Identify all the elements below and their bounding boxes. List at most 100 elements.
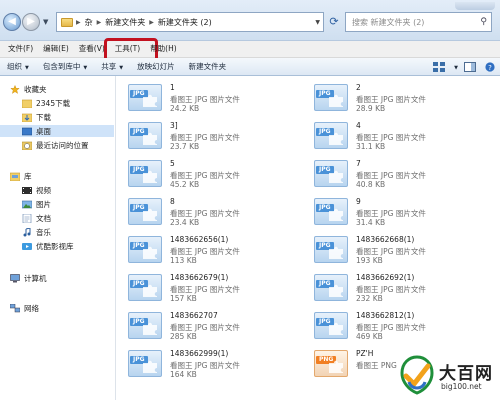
chevron-right-icon[interactable]: ▶ — [149, 19, 154, 26]
nav-documents[interactable]: 文档 — [0, 212, 114, 224]
file-type: 看图王 PNG — [356, 361, 397, 370]
puzzle-icon — [143, 94, 157, 107]
svg-text:?: ? — [488, 64, 492, 72]
nav-libraries[interactable]: 库 — [0, 170, 114, 182]
nav-music[interactable]: 音乐 — [0, 226, 114, 238]
nav-desktop[interactable]: 桌面 — [0, 125, 114, 137]
file-name: 1483662692(1) — [356, 273, 415, 282]
puzzle-icon — [329, 132, 343, 145]
nav-videos[interactable]: 视频 — [0, 184, 114, 196]
arrow-left-icon: ◀ — [8, 16, 16, 27]
file-name: 3] — [170, 121, 178, 130]
menu-help[interactable]: 帮助(H) — [145, 41, 182, 57]
file-size: 23.4 KB — [170, 218, 200, 227]
nav-label: 桌面 — [36, 126, 51, 136]
file-item[interactable]: JPG 1 看图王 JPG 图片文件 24.2 KB — [116, 76, 296, 114]
search-placeholder: 搜索 新建文件夹 (2) — [352, 17, 425, 27]
puzzle-icon — [329, 322, 343, 335]
file-item[interactable]: JPG 8 看图王 JPG 图片文件 23.4 KB — [116, 190, 296, 228]
preview-pane-icon[interactable] — [464, 61, 476, 72]
back-button[interactable]: ◀ — [3, 13, 21, 31]
address-bar-area: ◀ ▶ ▼ ▶ 杂 ▶ 新建文件夹 ▶ 新建文件夹 (2) ▼ ⟳ 搜索 新建文… — [0, 0, 500, 41]
png-file-icon: PNG — [314, 350, 348, 377]
file-name: 1483662679(1) — [170, 273, 229, 282]
recent-pages-dropdown[interactable]: ▼ — [43, 18, 48, 26]
breadcrumb-item[interactable]: 新建文件夹 (2) — [158, 17, 212, 28]
menu-view[interactable]: 查看(V) — [74, 41, 110, 57]
menu-tools[interactable]: 工具(T) — [103, 38, 159, 64]
nav-computer[interactable]: 计算机 — [0, 272, 114, 284]
puzzle-icon — [329, 284, 343, 297]
jpg-file-icon: JPG — [128, 312, 162, 339]
file-item[interactable]: JPG 1483662668(1) 看图王 JPG 图片文件 193 KB — [302, 228, 482, 266]
file-item[interactable]: JPG 1483662999(1) 看图王 JPG 图片文件 164 KB — [116, 342, 296, 380]
file-item[interactable]: JPG 1483662656(1) 看图王 JPG 图片文件 113 KB — [116, 228, 296, 266]
organize-label: 组织 — [7, 62, 22, 71]
share-button[interactable]: 共享 ▼ — [94, 61, 130, 72]
menu-edit[interactable]: 编辑(E) — [38, 41, 74, 57]
jpg-file-icon: JPG — [128, 198, 162, 225]
nav-downloads[interactable]: 下载 — [0, 111, 114, 123]
chevron-down-icon[interactable]: ▼ — [315, 19, 320, 26]
file-item[interactable]: JPG 5 看图王 JPG 图片文件 45.2 KB — [116, 152, 296, 190]
view-options-icon[interactable] — [433, 61, 446, 72]
breadcrumb[interactable]: ▶ 杂 ▶ 新建文件夹 ▶ 新建文件夹 (2) ▼ — [56, 12, 324, 32]
nav-label: 图片 — [36, 199, 51, 209]
nav-youku-library[interactable]: 优酷影视库 — [0, 240, 114, 252]
file-size: 157 KB — [170, 294, 197, 303]
file-item[interactable]: JPG 1483662679(1) 看图王 JPG 图片文件 157 KB — [116, 266, 296, 304]
nav-recent-places[interactable]: 最近访问的位置 — [0, 139, 114, 151]
file-item[interactable]: JPG 3] 看图王 JPG 图片文件 23.7 KB — [116, 114, 296, 152]
watermark: 大百网 big100.net — [397, 352, 500, 400]
chevron-down-icon[interactable]: ▼ — [449, 62, 460, 71]
file-item[interactable]: JPG 7 看图王 JPG 图片文件 40.8 KB — [302, 152, 482, 190]
nav-2345-downloads[interactable]: 2345下载 — [0, 97, 114, 109]
chevron-down-icon: ▼ — [25, 65, 29, 71]
file-size: 113 KB — [170, 256, 197, 265]
file-item[interactable]: JPG 1483662812(1) 看图王 JPG 图片文件 469 KB — [302, 304, 482, 342]
jpg-file-icon: JPG — [128, 84, 162, 111]
file-item[interactable]: JPG 1483662692(1) 看图王 JPG 图片文件 232 KB — [302, 266, 482, 304]
include-in-library-button[interactable]: 包含到库中 ▼ — [36, 61, 94, 72]
nav-network[interactable]: 网络 — [0, 302, 114, 314]
breadcrumb-item[interactable]: 新建文件夹 — [105, 17, 145, 28]
forward-button[interactable]: ▶ — [22, 13, 40, 31]
jpg-file-icon: JPG — [314, 122, 348, 149]
document-icon — [22, 213, 32, 223]
folder-icon — [61, 17, 73, 27]
nav-pictures[interactable]: 图片 — [0, 198, 114, 210]
puzzle-icon — [143, 322, 157, 335]
jpg-file-icon: JPG — [128, 350, 162, 377]
star-icon — [10, 84, 20, 94]
breadcrumb-item[interactable]: 杂 — [85, 17, 93, 28]
file-size: 24.2 KB — [170, 104, 200, 113]
command-bar: 组织 ▼ 包含到库中 ▼ 共享 ▼ 放映幻灯片 新建文件夹 ▼ ? — [0, 58, 500, 76]
search-input[interactable]: 搜索 新建文件夹 (2) ⚲ — [345, 12, 492, 32]
file-item[interactable]: JPG 9 看图王 JPG 图片文件 31.4 KB — [302, 190, 482, 228]
puzzle-icon — [329, 360, 343, 373]
refresh-button[interactable]: ⟳ — [327, 14, 341, 30]
nav-favorites[interactable]: 收藏夹 — [0, 83, 114, 95]
puzzle-icon — [143, 360, 157, 373]
computer-icon — [10, 273, 20, 282]
arrow-right-icon: ▶ — [27, 16, 35, 27]
file-size: 164 KB — [170, 370, 197, 379]
organize-button[interactable]: 组织 ▼ — [0, 61, 36, 72]
file-name: 1 — [170, 83, 175, 92]
file-item[interactable]: JPG 4 看图王 JPG 图片文件 31.1 KB — [302, 114, 482, 152]
jpg-file-icon: JPG — [314, 198, 348, 225]
jpg-file-icon: JPG — [128, 160, 162, 187]
chevron-right-icon[interactable]: ▶ — [76, 19, 81, 26]
help-icon[interactable]: ? — [484, 61, 496, 72]
slideshow-button[interactable]: 放映幻灯片 — [130, 61, 182, 72]
new-folder-button[interactable]: 新建文件夹 — [182, 61, 234, 72]
window-caption-handle[interactable] — [455, 2, 495, 10]
file-item[interactable]: JPG 2 看图王 JPG 图片文件 28.9 KB — [302, 76, 482, 114]
puzzle-icon — [143, 170, 157, 183]
puzzle-icon — [143, 208, 157, 221]
file-item[interactable]: JPG 1483662707 看图王 JPG 图片文件 285 KB — [116, 304, 296, 342]
search-icon: ⚲ — [480, 17, 487, 27]
menu-file[interactable]: 文件(F) — [3, 41, 38, 57]
chevron-right-icon[interactable]: ▶ — [97, 19, 102, 26]
file-name: 7 — [356, 159, 361, 168]
